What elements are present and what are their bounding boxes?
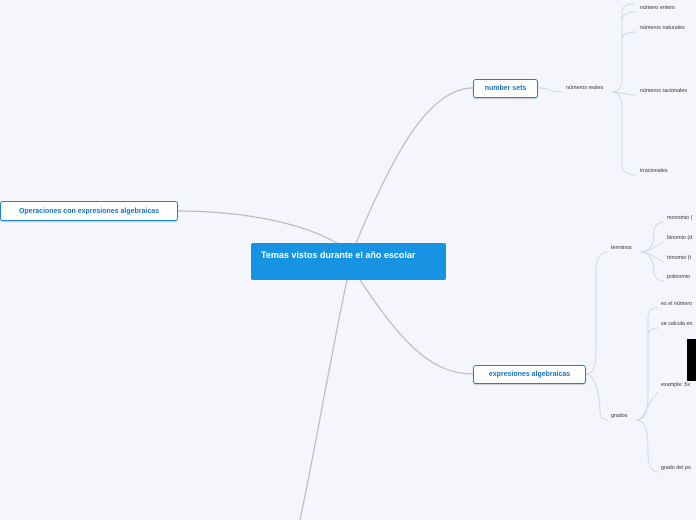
topic-operaciones[interactable]: Operaciones con expresiones algebraicas [0,201,178,221]
connector-central-expresiones [359,279,474,375]
subtopic-se-calcula[interactable]: se calcula en [661,321,692,328]
topic-operaciones-label: Operaciones con expresiones algebraicas [18,207,160,215]
subtopic-terminos[interactable]: terminos [611,245,632,252]
subtopic-grado-del-polinomio[interactable]: grado del po [661,465,691,472]
connector-numbersets-reales [537,87,563,93]
connector-central-down [299,279,348,520]
connector-grados-trunk [635,307,659,421]
connector-expresiones-grados [585,373,609,421]
topic-expresiones-label: expresiones algebraicas [488,371,571,378]
subtopic-trinomio[interactable]: trinomio (t [667,255,691,262]
connector-central-number-sets [355,87,474,244]
subtopic-grados[interactable]: grados [611,413,627,420]
connector-reales-entero [621,11,637,21]
subtopic-es-el-numero[interactable]: es el número [661,301,692,308]
topic-expresiones[interactable]: expresiones algebraicas [473,365,586,384]
connector-reales-irracionales [611,91,637,176]
central-topic-label: Temas vistos durante el año escolar [261,250,416,260]
connector-expresiones-terminos [585,251,609,375]
subtopic-monomio[interactable]: monomio ( [667,215,692,222]
subtopic-example[interactable]: example: 5x [661,382,690,389]
connector-reales-naturales [621,31,637,41]
subtopic-polinomio[interactable]: polinomio [667,274,690,281]
topic-number-sets[interactable]: number sets [473,79,538,98]
subtopic-numeros-reales[interactable]: números reales [566,85,603,92]
subtopic-numeros-naturales[interactable]: números naturales [640,25,685,32]
subtopic-numeros-racionales[interactable]: números racionales [640,88,687,95]
connector-central-operaciones [177,210,338,244]
central-topic[interactable]: Temas vistos durante el año escolar [251,243,446,280]
topic-number-sets-label: number sets [484,85,527,92]
connector-grados-polinomio [635,419,659,473]
image-block [687,339,696,381]
subtopic-numero-entero[interactable]: número entero [640,5,675,12]
connector-terminos-polinomio [639,251,665,282]
connector-terminos-monomio [639,221,665,253]
subtopic-irracionales[interactable]: irracionales [640,168,668,175]
connector-grados-calcula [647,327,659,337]
subtopic-binomio[interactable]: binomio (d [667,235,692,242]
